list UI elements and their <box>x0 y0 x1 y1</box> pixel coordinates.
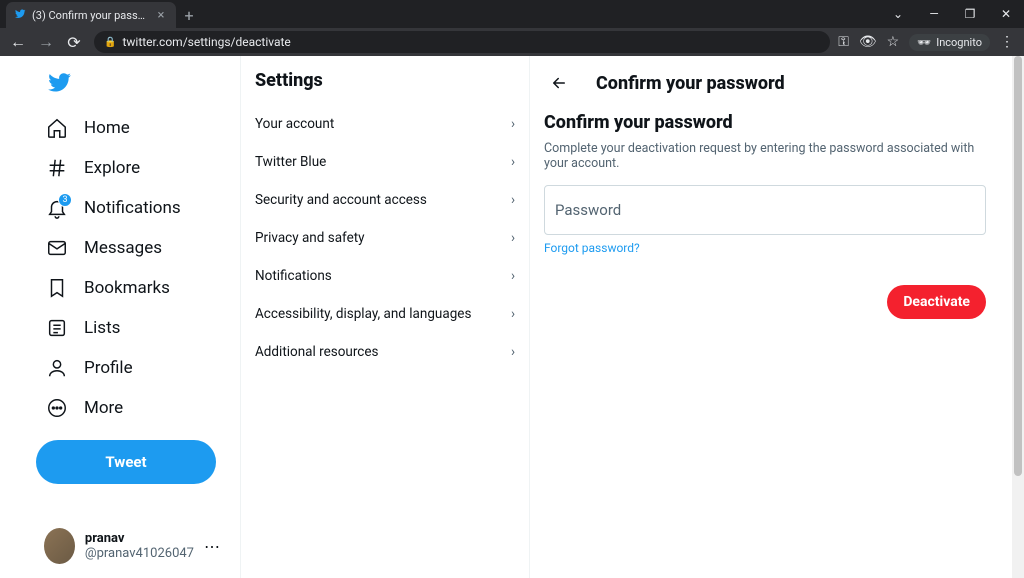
sidebar-item-explore[interactable]: Explore <box>36 148 232 188</box>
password-input[interactable] <box>555 201 975 219</box>
hashtag-icon <box>46 157 68 179</box>
more-circle-icon <box>46 397 68 419</box>
sidebar-item-lists[interactable]: Lists <box>36 308 232 348</box>
settings-item-privacy[interactable]: Privacy and safety › <box>241 219 529 257</box>
envelope-icon <box>46 237 68 259</box>
new-tab-button[interactable]: + <box>176 2 202 28</box>
page: Home Explore 3 Notifications Messages Bo… <box>0 56 1024 578</box>
settings-item-label: Security and account access <box>255 192 427 208</box>
toolbar-right: ⚿ 👁 ☆ 🕶 Incognito ⋮ <box>838 34 1018 51</box>
forgot-password-link[interactable]: Forgot password? <box>530 235 654 261</box>
chevron-right-icon: › <box>511 192 515 208</box>
settings-item-label: Notifications <box>255 268 332 284</box>
close-icon[interactable]: × <box>154 8 168 22</box>
sidebar-item-notifications[interactable]: 3 Notifications <box>36 188 232 228</box>
eye-off-icon[interactable]: 👁 <box>859 34 877 50</box>
chevron-right-icon: › <box>511 116 515 132</box>
chevron-right-icon: › <box>511 230 515 246</box>
settings-item-label: Your account <box>255 116 334 132</box>
notification-badge: 3 <box>58 193 72 207</box>
chevron-right-icon: › <box>511 154 515 170</box>
bell-icon: 3 <box>46 197 68 219</box>
action-row: Deactivate <box>530 261 1000 319</box>
arrow-left-icon <box>550 74 568 92</box>
sidebar-item-label: Explore <box>84 158 140 178</box>
chevron-down-icon[interactable]: ⌄ <box>880 0 916 28</box>
account-names: pranav @pranav41026047 <box>85 531 194 561</box>
lock-icon: 🔒 <box>104 37 116 48</box>
minimize-icon[interactable]: ― <box>916 0 952 28</box>
settings-item-label: Additional resources <box>255 344 379 360</box>
settings-item-security[interactable]: Security and account access › <box>241 181 529 219</box>
sidebar-item-label: More <box>84 398 123 418</box>
sidebar: Home Explore 3 Notifications Messages Bo… <box>0 56 240 578</box>
settings-item-label: Accessibility, display, and languages <box>255 306 471 322</box>
settings-item-label: Twitter Blue <box>255 154 326 170</box>
scrollbar-thumb[interactable] <box>1014 56 1022 476</box>
twitter-logo-icon[interactable] <box>36 62 232 108</box>
browser-chrome: (3) Confirm your password / Twit × + ⌄ ―… <box>0 0 1024 56</box>
sidebar-item-label: Home <box>84 118 130 138</box>
forward-icon[interactable]: → <box>34 30 58 54</box>
sidebar-item-label: Notifications <box>84 198 181 218</box>
chevron-right-icon: › <box>511 306 515 322</box>
menu-icon[interactable]: ⋮ <box>1000 34 1014 50</box>
settings-item-additional[interactable]: Additional resources › <box>241 333 529 371</box>
sidebar-item-bookmarks[interactable]: Bookmarks <box>36 268 232 308</box>
tab-bar: (3) Confirm your password / Twit × + ⌄ ―… <box>0 0 1024 28</box>
url-text: twitter.com/settings/deactivate <box>122 35 290 49</box>
handle: @pranav41026047 <box>85 546 194 561</box>
account-switcher[interactable]: pranav @pranav41026047 ⋯ <box>36 520 232 572</box>
settings-item-your-account[interactable]: Your account › <box>241 105 529 143</box>
sidebar-item-more[interactable]: More <box>36 388 232 428</box>
main-column: Confirm your password Confirm your passw… <box>530 56 1024 578</box>
settings-item-accessibility[interactable]: Accessibility, display, and languages › <box>241 295 529 333</box>
profile-icon <box>46 357 68 379</box>
sidebar-item-label: Messages <box>84 238 162 258</box>
display-name: pranav <box>85 531 194 546</box>
sidebar-item-messages[interactable]: Messages <box>36 228 232 268</box>
password-field-wrapper[interactable] <box>544 185 986 235</box>
sidebar-item-label: Profile <box>84 358 133 378</box>
sidebar-item-label: Lists <box>84 318 120 338</box>
bookmark-icon <box>46 277 68 299</box>
chevron-right-icon: › <box>511 268 515 284</box>
settings-column: Settings Your account › Twitter Blue › S… <box>240 56 530 578</box>
deactivate-button[interactable]: Deactivate <box>887 285 986 319</box>
section-description: Complete your deactivation request by en… <box>530 141 1000 185</box>
home-icon <box>46 117 68 139</box>
star-icon[interactable]: ☆ <box>887 34 900 50</box>
twitter-favicon-icon <box>14 8 26 23</box>
ellipsis-icon[interactable]: ⋯ <box>204 537 224 556</box>
avatar <box>44 528 75 564</box>
incognito-icon: 🕶 <box>917 36 931 49</box>
incognito-badge[interactable]: 🕶 Incognito <box>909 34 990 51</box>
settings-item-twitter-blue[interactable]: Twitter Blue › <box>241 143 529 181</box>
sidebar-item-label: Bookmarks <box>84 278 170 298</box>
settings-title: Settings <box>241 62 529 105</box>
back-icon[interactable]: ← <box>6 30 30 54</box>
key-icon[interactable]: ⚿ <box>838 34 849 50</box>
maximize-icon[interactable]: ❐ <box>952 0 988 28</box>
scrollbar[interactable] <box>1012 56 1024 578</box>
page-title: Confirm your password <box>596 73 785 94</box>
settings-item-notifications[interactable]: Notifications › <box>241 257 529 295</box>
window-controls: ⌄ ― ❐ ✕ <box>880 0 1024 28</box>
close-window-icon[interactable]: ✕ <box>988 0 1024 28</box>
list-icon <box>46 317 68 339</box>
reload-icon[interactable]: ⟳ <box>62 30 86 54</box>
tab-title: (3) Confirm your password / Twit <box>32 9 148 22</box>
main-header: Confirm your password <box>530 62 1000 112</box>
incognito-label: Incognito <box>936 36 982 49</box>
browser-tab[interactable]: (3) Confirm your password / Twit × <box>6 2 176 28</box>
sidebar-item-home[interactable]: Home <box>36 108 232 148</box>
settings-item-label: Privacy and safety <box>255 230 365 246</box>
back-button[interactable] <box>544 68 574 98</box>
chevron-right-icon: › <box>511 344 515 360</box>
url-bar[interactable]: 🔒 twitter.com/settings/deactivate <box>94 31 830 53</box>
section-subtitle: Confirm your password <box>530 112 1000 141</box>
browser-toolbar: ← → ⟳ 🔒 twitter.com/settings/deactivate … <box>0 28 1024 56</box>
sidebar-item-profile[interactable]: Profile <box>36 348 232 388</box>
tweet-button[interactable]: Tweet <box>36 440 216 484</box>
